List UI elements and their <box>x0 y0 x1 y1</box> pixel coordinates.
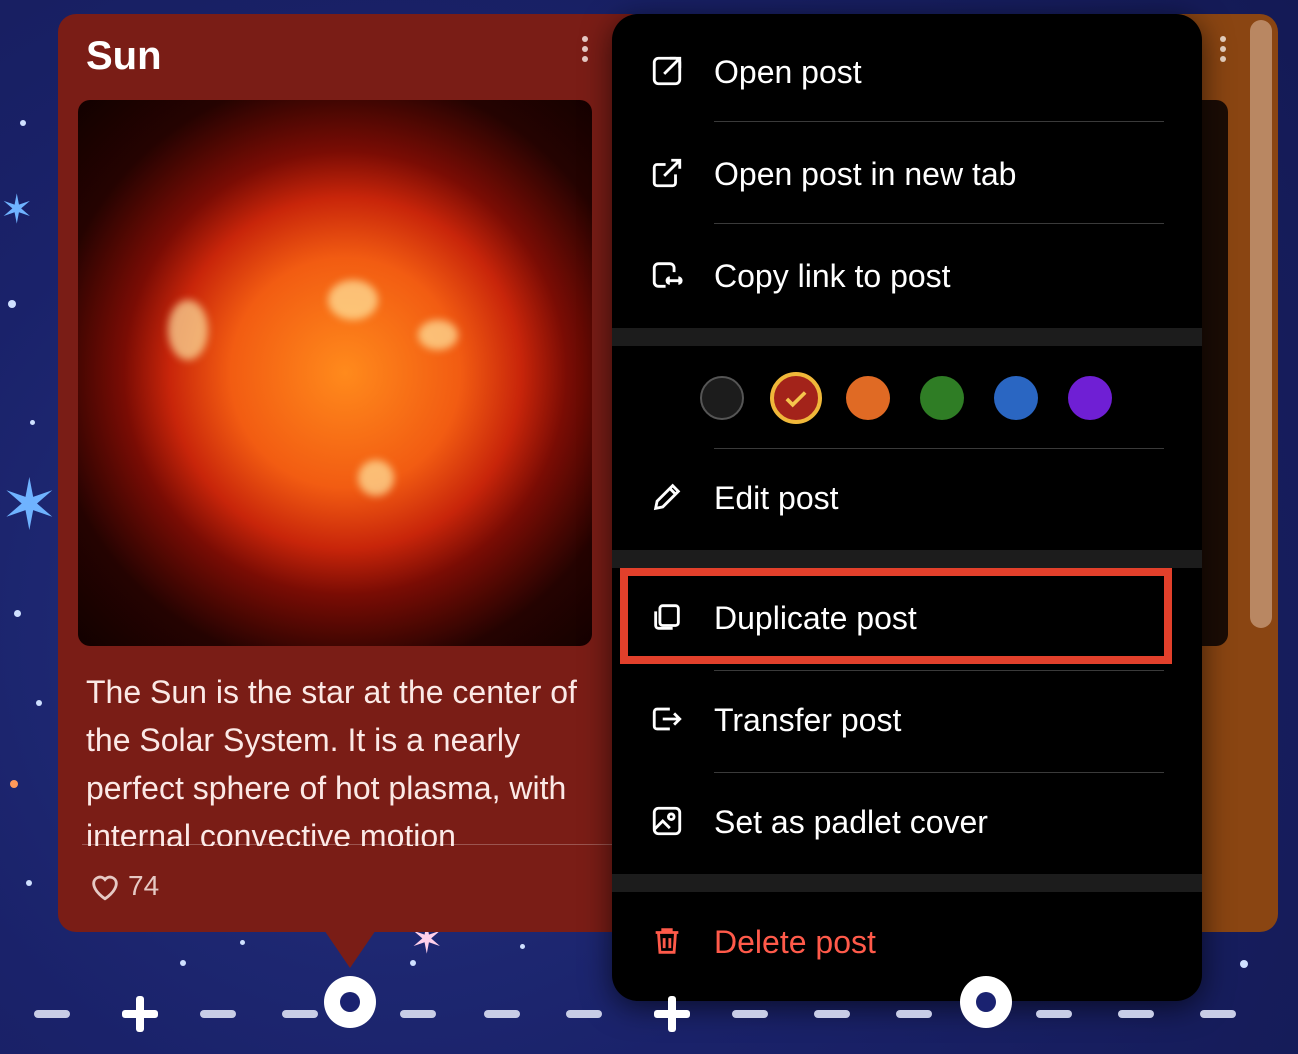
star <box>240 940 245 945</box>
timeline-dash <box>896 1010 932 1018</box>
section-divider <box>612 550 1202 568</box>
external-link-icon <box>652 158 682 188</box>
color-swatch-blue[interactable] <box>994 376 1038 420</box>
color-picker <box>612 346 1202 448</box>
more-options-icon[interactable] <box>576 32 594 72</box>
divider <box>714 670 1164 671</box>
section-divider <box>612 328 1202 346</box>
post-context-menu: Open post Open post in new tab Copy link… <box>612 14 1202 1001</box>
checkmark-icon <box>785 391 807 408</box>
menu-item-label: Duplicate post <box>714 600 917 636</box>
timeline-dash <box>1036 1010 1072 1018</box>
timeline-dash <box>484 1010 520 1018</box>
menu-item-label: Open post in new tab <box>714 156 1017 192</box>
timeline-dash <box>34 1010 70 1018</box>
timeline-dash <box>282 1010 318 1018</box>
star <box>26 880 32 886</box>
add-post-icon[interactable] <box>652 994 692 1034</box>
color-swatch-purple[interactable] <box>1068 376 1112 420</box>
card-pointer <box>320 924 380 968</box>
menu-item-open-new-tab[interactable]: Open post in new tab <box>612 124 1202 224</box>
menu-item-label: Edit post <box>714 480 839 516</box>
expand-icon <box>652 56 682 86</box>
more-options-icon[interactable] <box>1214 32 1232 72</box>
star <box>520 944 525 949</box>
add-post-icon[interactable] <box>120 994 160 1034</box>
timeline-dash <box>814 1010 850 1018</box>
menu-item-delete-post[interactable]: Delete post <box>612 892 1202 992</box>
color-swatch-orange[interactable] <box>846 376 890 420</box>
scrollbar[interactable] <box>1250 20 1272 628</box>
divider <box>82 844 622 845</box>
star <box>36 700 42 706</box>
divider <box>714 121 1164 122</box>
like-count: 74 <box>128 870 160 901</box>
timeline-dash <box>200 1010 236 1018</box>
post-card[interactable]: Sun The Sun is the star at the center of… <box>58 14 648 932</box>
star <box>20 120 26 126</box>
timeline-marker[interactable] <box>960 976 1012 1028</box>
menu-item-set-cover[interactable]: Set as padlet cover <box>612 772 1202 872</box>
timeline-dash <box>1200 1010 1236 1018</box>
trash-icon <box>655 928 679 954</box>
post-title: Sun <box>86 34 162 78</box>
timeline-dash <box>400 1010 436 1018</box>
heart-icon <box>92 875 118 901</box>
star-burst: ✶ <box>0 466 59 544</box>
color-swatch-black[interactable] <box>700 376 744 420</box>
divider <box>714 223 1164 224</box>
menu-item-copy-link[interactable]: Copy link to post <box>612 226 1202 326</box>
star <box>10 780 18 788</box>
timeline-dash <box>1118 1010 1154 1018</box>
color-swatch-green[interactable] <box>920 376 964 420</box>
menu-item-open-post[interactable]: Open post <box>612 22 1202 122</box>
image-icon <box>652 806 682 836</box>
star <box>1240 960 1248 968</box>
star-burst: ✶ <box>0 188 34 232</box>
image-detail <box>328 280 378 320</box>
timeline-dash <box>566 1010 602 1018</box>
menu-item-label: Delete post <box>714 924 876 960</box>
image-detail <box>358 460 394 496</box>
copy-link-icon <box>652 262 683 288</box>
menu-item-label: Open post <box>714 54 862 90</box>
post-body: The Sun is the star at the center of the… <box>86 674 577 846</box>
timeline-dash <box>732 1010 768 1018</box>
image-detail <box>418 320 458 350</box>
divider <box>714 772 1164 773</box>
star <box>180 960 186 966</box>
menu-item-label: Copy link to post <box>714 258 951 294</box>
color-swatch-red[interactable] <box>770 372 822 424</box>
menu-item-transfer-post[interactable]: Transfer post <box>612 670 1202 770</box>
star <box>8 300 16 308</box>
transfer-icon <box>652 707 682 731</box>
timeline-strip <box>0 976 1298 1040</box>
pencil-icon <box>653 483 681 511</box>
menu-item-label: Set as padlet cover <box>714 804 988 840</box>
image-detail <box>168 300 208 360</box>
duplicate-icon <box>654 604 680 630</box>
menu-item-label: Transfer post <box>714 702 902 738</box>
star <box>14 610 21 617</box>
timeline-marker[interactable] <box>324 976 376 1028</box>
post-image[interactable] <box>78 100 592 646</box>
section-divider <box>612 874 1202 892</box>
menu-item-edit-post[interactable]: Edit post <box>612 448 1202 548</box>
menu-item-duplicate-post[interactable]: Duplicate post <box>612 568 1202 668</box>
star <box>30 420 35 425</box>
like-button[interactable]: 74 <box>88 870 159 902</box>
